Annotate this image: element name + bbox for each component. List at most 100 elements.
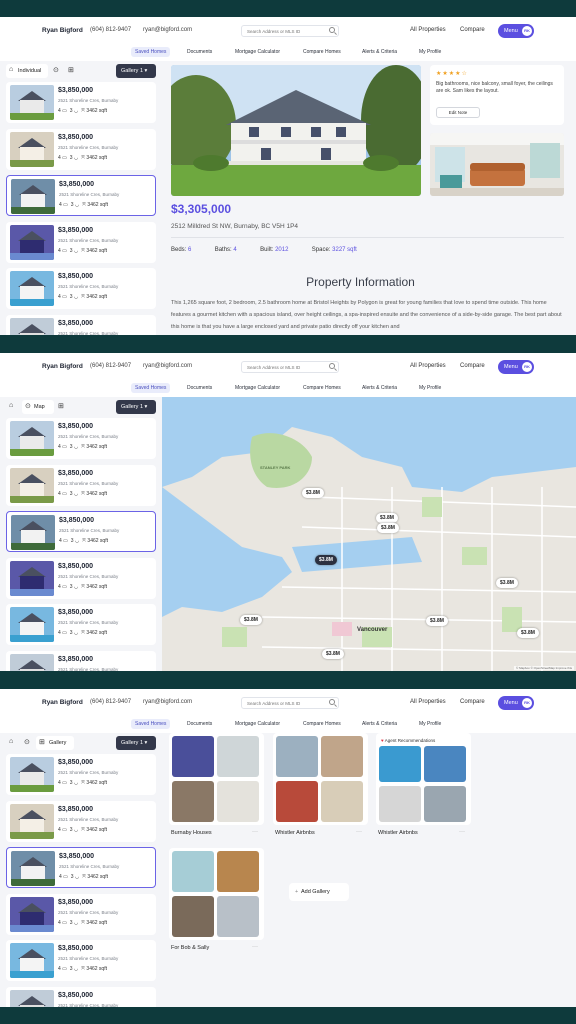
map-pin-price-selected[interactable]: $3.8M — [315, 555, 337, 565]
beds-count: 4 — [58, 247, 61, 254]
agent-email[interactable]: ryan@bigford.com — [143, 699, 192, 705]
listing-card[interactable]: $3,850,0002521 Shoreline Cres, Burnaby4 … — [6, 268, 156, 309]
map-pin-price[interactable]: $3.8M — [496, 578, 518, 588]
gallery-name: Burnaby Houses — [171, 830, 212, 836]
listing-card[interactable]: $3,850,0002521 Shoreline Cres, Burnaby4 … — [6, 557, 156, 599]
compare-link[interactable]: Compare — [460, 27, 485, 33]
listing-card[interactable]: $3,850,0002521 Shoreline Cres, Burnaby4 … — [6, 175, 156, 216]
beds-count: 4 — [58, 294, 61, 300]
map-pin-price[interactable]: $3.8M — [302, 488, 324, 498]
grid-icon[interactable]: ⊞ — [68, 66, 74, 74]
listing-card[interactable]: $3,850,0002521 Shoreline Cres, Burnaby4 … — [6, 511, 156, 552]
menu-button[interactable]: Menu RK — [498, 24, 534, 38]
listing-card[interactable]: $3,850,0002521 Shoreline Cres, Burnaby4 … — [6, 800, 156, 842]
map-attribution[interactable]: © Mapbox © OpenStreetMap Improve this — [514, 666, 574, 670]
agent-phone[interactable]: (604) 812-9407 — [90, 699, 131, 705]
more-options-icon[interactable]: ··· — [356, 829, 362, 835]
listing-card[interactable]: $3,850,0002521 Shoreline Cres, Burnaby4 … — [6, 650, 156, 671]
listing-specs: 4 ▭ 3 ◡ ⤧ 3462 sqft — [58, 444, 107, 450]
search-input[interactable] — [241, 361, 339, 373]
gallery-dropdown[interactable]: Gallery 1 ▾ — [116, 400, 156, 414]
listing-card[interactable]: $3,850,0002521 Shoreline Cres, Burnaby4 … — [6, 986, 156, 1007]
listing-card[interactable]: $3,850,0002521 Shoreline Cres, Burnaby4 … — [6, 128, 156, 170]
tab-my-profile[interactable]: My Profile — [415, 719, 445, 729]
map-pin-price[interactable]: $3.8M — [517, 628, 539, 638]
all-properties-link[interactable]: All Properties — [410, 363, 446, 369]
gallery-dropdown-value: Gallery 1 — [121, 68, 144, 74]
tab-saved-homes[interactable]: Saved Homes — [131, 383, 171, 393]
view-controls: ⌂ ⊙ Map ⊞ Gallery 1 ▾ — [6, 400, 156, 414]
rating-stars[interactable]: ★★★★☆ — [436, 70, 468, 77]
tab-saved-homes[interactable]: Saved Homes — [131, 47, 171, 57]
tab-mortgage-calculator[interactable]: Mortgage Calculator — [231, 719, 284, 729]
tab-compare-homes[interactable]: Compare Homes — [299, 383, 345, 393]
tab-documents[interactable]: Documents — [183, 47, 216, 57]
search-input[interactable] — [241, 697, 339, 709]
map-pin-price[interactable]: $3.8M — [376, 513, 398, 523]
map-pin-price[interactable]: $3.8M — [426, 616, 448, 626]
listing-card[interactable]: $3,850,0002521 Shoreline Cres, Burnaby4 … — [6, 754, 156, 795]
all-properties-link[interactable]: All Properties — [410, 699, 446, 705]
agent-email[interactable]: ryan@bigford.com — [143, 363, 192, 369]
agent-phone[interactable]: (604) 812-9407 — [90, 363, 131, 369]
map-view[interactable]: STANLEY PARK $3.8M $3.8M $3.8M $3.8M $3.… — [162, 397, 576, 671]
listing-card[interactable]: $3,850,0002521 Shoreline Cres, Burnaby4 … — [6, 418, 156, 459]
home-icon[interactable]: ⌂ — [9, 402, 13, 409]
compare-link[interactable]: Compare — [460, 363, 485, 369]
listing-card[interactable]: $3,850,0002521 Shoreline Cres, Burnaby4 … — [6, 221, 156, 263]
search-icon[interactable] — [329, 363, 335, 369]
tab-my-profile[interactable]: My Profile — [415, 383, 445, 393]
tab-alerts-criteria[interactable]: Alerts & Criteria — [358, 719, 401, 729]
tab-alerts-criteria[interactable]: Alerts & Criteria — [358, 383, 401, 393]
agent-email[interactable]: ryan@bigford.com — [143, 27, 192, 33]
more-options-icon[interactable]: ··· — [459, 829, 465, 835]
map-pin-icon[interactable]: ⊙ — [24, 738, 30, 746]
compare-link[interactable]: Compare — [460, 699, 485, 705]
listing-card[interactable]: $3,850,0002521 Shoreline Cres, Burnaby4 … — [6, 847, 156, 888]
listing-card[interactable]: $3,850,0002521 Shoreline Cres, Burnaby4 … — [6, 82, 156, 123]
tab-documents[interactable]: Documents — [183, 383, 216, 393]
view-individual-button[interactable]: ⌂ Individual — [6, 64, 48, 78]
listing-card[interactable]: $3,850,0002521 Shoreline Cres, Burnaby4 … — [6, 464, 156, 506]
add-gallery-button[interactable]: + Add Gallery — [289, 883, 349, 901]
edit-note-button[interactable]: Edit Note — [436, 107, 480, 118]
gallery-dropdown[interactable]: Gallery 1 ▾ — [116, 736, 156, 750]
view-controls: ⌂ ⊙ ⊞ Gallery Gallery 1 ▾ — [6, 736, 156, 750]
tab-alerts-criteria[interactable]: Alerts & Criteria — [358, 47, 401, 57]
tab-documents[interactable]: Documents — [183, 719, 216, 729]
listing-card[interactable]: $3,850,0002521 Shoreline Cres, Burnaby4 … — [6, 893, 156, 935]
map-pin-price[interactable]: $3.8M — [240, 615, 262, 625]
gallery-dropdown[interactable]: Gallery 1 ▾ — [116, 64, 156, 78]
map-pin-price[interactable]: $3.8M — [322, 649, 344, 659]
interior-photo[interactable] — [430, 133, 564, 196]
gallery-dropdown-value: Gallery 1 — [121, 740, 144, 746]
listing-specs: 4 ▭ 3 ◡ ⤧ 3462 sqft — [58, 294, 107, 300]
view-gallery-button[interactable]: ⊞ Gallery — [36, 736, 74, 750]
tab-mortgage-calculator[interactable]: Mortgage Calculator — [231, 47, 284, 57]
tab-my-profile[interactable]: My Profile — [415, 47, 445, 57]
search-input[interactable] — [241, 25, 339, 37]
more-options-icon[interactable]: ··· — [252, 944, 258, 950]
listing-card[interactable]: $3,850,0002521 Shoreline Cres, Burnaby4 … — [6, 314, 156, 335]
hero-photo[interactable] — [171, 65, 421, 196]
listing-card[interactable]: $3,850,0002521 Shoreline Cres, Burnaby4 … — [6, 940, 156, 981]
listing-specs: 4 ▭ 3 ◡ ⤧ 3462 sqft — [59, 874, 108, 880]
menu-button[interactable]: Menu RK — [498, 360, 534, 374]
listing-sidebar: ⌂ ⊙ ⊞ Gallery Gallery 1 ▾ $3,850,000 2521… — [0, 733, 162, 1007]
tab-mortgage-calculator[interactable]: Mortgage Calculator — [231, 383, 284, 393]
map-pin-price[interactable]: $3.8M — [377, 523, 399, 533]
search-icon[interactable] — [329, 27, 335, 33]
tab-compare-homes[interactable]: Compare Homes — [299, 719, 345, 729]
more-options-icon[interactable]: ··· — [252, 829, 258, 835]
tab-compare-homes[interactable]: Compare Homes — [299, 47, 345, 57]
search-icon[interactable] — [329, 699, 335, 705]
map-pin-icon[interactable]: ⊙ — [53, 66, 59, 74]
all-properties-link[interactable]: All Properties — [410, 27, 446, 33]
agent-phone[interactable]: (604) 812-9407 — [90, 27, 131, 33]
listing-card[interactable]: $3,850,0002521 Shoreline Cres, Burnaby4 … — [6, 604, 156, 645]
tab-saved-homes[interactable]: Saved Homes — [131, 719, 171, 729]
grid-icon[interactable]: ⊞ — [58, 402, 64, 410]
menu-button[interactable]: Menu RK — [498, 696, 534, 710]
home-icon[interactable]: ⌂ — [9, 738, 13, 745]
view-map-button[interactable]: ⊙ Map — [22, 400, 54, 414]
